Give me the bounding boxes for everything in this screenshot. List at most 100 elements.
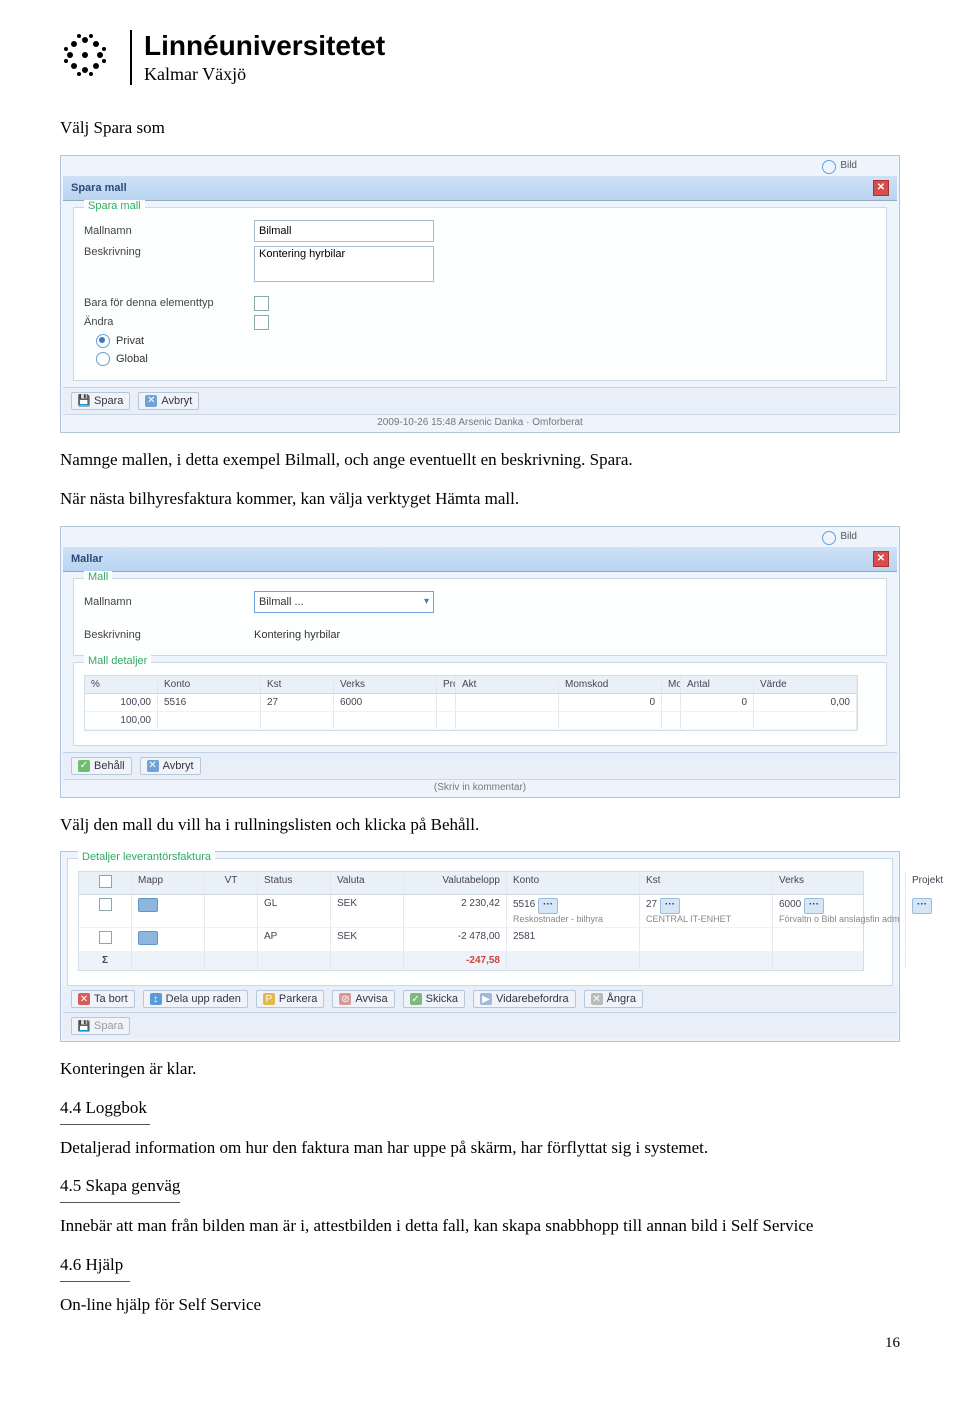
action-button-bar: ✕ Ta bort ↕Dela upp raden PParkera ⊘ Avvis…	[63, 986, 897, 1012]
row-checkbox[interactable]	[99, 898, 112, 911]
avbryt-button[interactable]: ✕ Avbryt	[140, 757, 201, 775]
folder-icon[interactable]	[138, 931, 158, 945]
split-icon: ↕	[150, 993, 162, 1005]
btn-label: Spara	[94, 1020, 123, 1032]
mallnamn-select[interactable]: Bilmall ... ▾	[254, 591, 434, 613]
col-momssystem: Momssystem	[662, 676, 681, 693]
footer-strip: 2009-10-26 15:48 Arsenic Danka · Omforbe…	[63, 414, 897, 430]
privat-label: Privat	[116, 335, 144, 347]
btn-label: Skicka	[426, 993, 458, 1005]
parkera-button[interactable]: PParkera	[256, 990, 325, 1008]
tabort-button[interactable]: ✕ Ta bort	[71, 990, 135, 1008]
save-icon: 💾	[78, 395, 90, 407]
col-valutabelopp: Valutabelopp	[404, 872, 507, 894]
behall-button[interactable]: ✓ Behåll	[71, 757, 132, 775]
col-konto: Konto	[158, 676, 261, 693]
table-row: AP SEK -2 478,00 2581 892230 B	[79, 928, 863, 952]
footer-center: (Skriv in kommentar)	[434, 782, 526, 793]
skicka-button[interactable]: ✓ Skicka	[403, 990, 465, 1008]
grid-header: Mapp VT Status Valuta Valutabelopp Konto…	[79, 872, 863, 895]
avbryt-button-label: Avbryt	[161, 395, 192, 407]
col-kst: Kst	[640, 872, 773, 894]
org-subname: Kalmar Växjö	[144, 64, 385, 85]
park-icon: P	[263, 993, 275, 1005]
grid-header: % Konto Kst Verks Projekt Akt Momskod Mo…	[85, 676, 857, 694]
fieldset-legend: Mall	[84, 571, 112, 583]
page-number: 16	[60, 1335, 900, 1352]
col-mapp: Mapp	[132, 872, 205, 894]
bara-label: Bara för denna elementtyp	[84, 297, 254, 309]
global-radio[interactable]	[96, 352, 110, 366]
table-row: GL SEK 2 230,42 5516 ··· Reskostnader - …	[79, 895, 863, 928]
table-row: 100,00 5516 27 6000 0 0 0,00	[85, 694, 857, 712]
radio-icon	[822, 160, 836, 174]
undo-icon: ✕	[591, 993, 603, 1005]
vidarebefordra-button[interactable]: ▶Vidarebefordra	[473, 990, 576, 1008]
keep-icon: ✓	[78, 760, 90, 772]
fieldset-legend: Detaljer leverantörsfaktura	[78, 851, 215, 863]
col-akt: Akt	[456, 676, 559, 693]
send-icon: ✓	[410, 993, 422, 1005]
lookup-kst-button[interactable]: ···	[660, 898, 680, 914]
beskrivning-value: Kontering hyrbilar	[254, 629, 340, 641]
mallnamn-label: Mallnamn	[84, 596, 254, 608]
paragraph: När nästa bilhyresfaktura kommer, kan vä…	[60, 486, 900, 512]
col-verks: Verks	[334, 676, 437, 693]
reject-icon: ⊘	[339, 993, 351, 1005]
mallnamn-input[interactable]	[254, 220, 434, 242]
spara-button[interactable]: 💾 Spara	[71, 392, 130, 410]
bild-label: Bild	[840, 531, 857, 545]
paragraph: On-line hjälp för Self Service	[60, 1292, 900, 1318]
btn-label: Avvisa	[355, 993, 387, 1005]
fieldset-mall: Mall Mallnamn Bilmall ... ▾ Beskrivning …	[73, 578, 887, 656]
behall-button-label: Behåll	[94, 760, 125, 772]
col-varde: Värde	[754, 676, 857, 693]
table-row: 100,00	[85, 712, 857, 730]
dialog-title-bar: Mallar ✕	[63, 547, 897, 572]
dela-button[interactable]: ↕Dela upp raden	[143, 990, 248, 1008]
beskrivning-label: Beskrivning	[84, 246, 254, 258]
col-projekt: Projekt	[437, 676, 456, 693]
heading-skapa-genvag: 4.5 Skapa genväg	[60, 1176, 900, 1196]
org-name: Linnéuniversitetet	[144, 30, 385, 62]
delete-icon: ✕	[78, 993, 90, 1005]
col-kst: Kst	[261, 676, 334, 693]
folder-icon[interactable]	[138, 898, 158, 912]
privat-radio[interactable]	[96, 334, 110, 348]
btn-label: Ta bort	[94, 993, 128, 1005]
heading-underline	[60, 1202, 180, 1203]
row-checkbox[interactable]	[99, 931, 112, 944]
spara-button-disabled: 💾Spara	[71, 1017, 130, 1035]
global-label: Global	[116, 353, 148, 365]
paragraph: Välj den mall du vill ha i rullningslist…	[60, 812, 900, 838]
close-icon[interactable]: ✕	[873, 180, 889, 196]
lookup-verks-button[interactable]: ···	[804, 898, 824, 914]
screenshot-mallar: Bild Mallar ✕ Mall Mallnamn Bilmall ... …	[60, 526, 900, 798]
mallnamn-label: Mallnamn	[84, 225, 254, 237]
andra-checkbox[interactable]	[254, 315, 269, 330]
bara-checkbox[interactable]	[254, 296, 269, 311]
avvisa-button[interactable]: ⊘ Avvisa	[332, 990, 394, 1008]
checkbox-header[interactable]	[99, 875, 112, 888]
col-momskod: Momskod	[559, 676, 662, 693]
beskrivning-textarea[interactable]	[254, 246, 434, 282]
close-icon[interactable]: ✕	[873, 551, 889, 567]
screenshot-spara-mall: Bild Spara mall ✕ Spara mall Mallnamn Be…	[60, 155, 900, 433]
footer-strip: (Skriv in kommentar)	[63, 779, 897, 795]
heading-underline	[60, 1124, 150, 1125]
logo-text-block: Linnéuniversitetet Kalmar Växjö	[130, 30, 385, 85]
screenshot-detaljer-levfaktura: Detaljer leverantörsfaktura Mapp VT Stat…	[60, 851, 900, 1042]
mallnamn-select-value: Bilmall ...	[259, 596, 304, 608]
avbryt-button[interactable]: ✕ Avbryt	[138, 392, 199, 410]
spara-button-label: Spara	[94, 395, 123, 407]
radio-icon	[822, 531, 836, 545]
lookup-projekt-button[interactable]: ···	[912, 898, 932, 914]
fieldset-mall-detaljer: Mall detaljer % Konto Kst Verks Projekt …	[73, 662, 887, 746]
paragraph: Detaljerad information om hur den faktur…	[60, 1135, 900, 1161]
col-percent: %	[85, 676, 158, 693]
dialog-button-bar: ✓ Behåll ✕ Avbryt	[63, 752, 897, 779]
angra-button[interactable]: ✕Ångra	[584, 990, 643, 1008]
col-projekt: Projekt	[906, 872, 960, 894]
lookup-konto-button[interactable]: ···	[538, 898, 558, 914]
cancel-icon: ✕	[145, 395, 157, 407]
